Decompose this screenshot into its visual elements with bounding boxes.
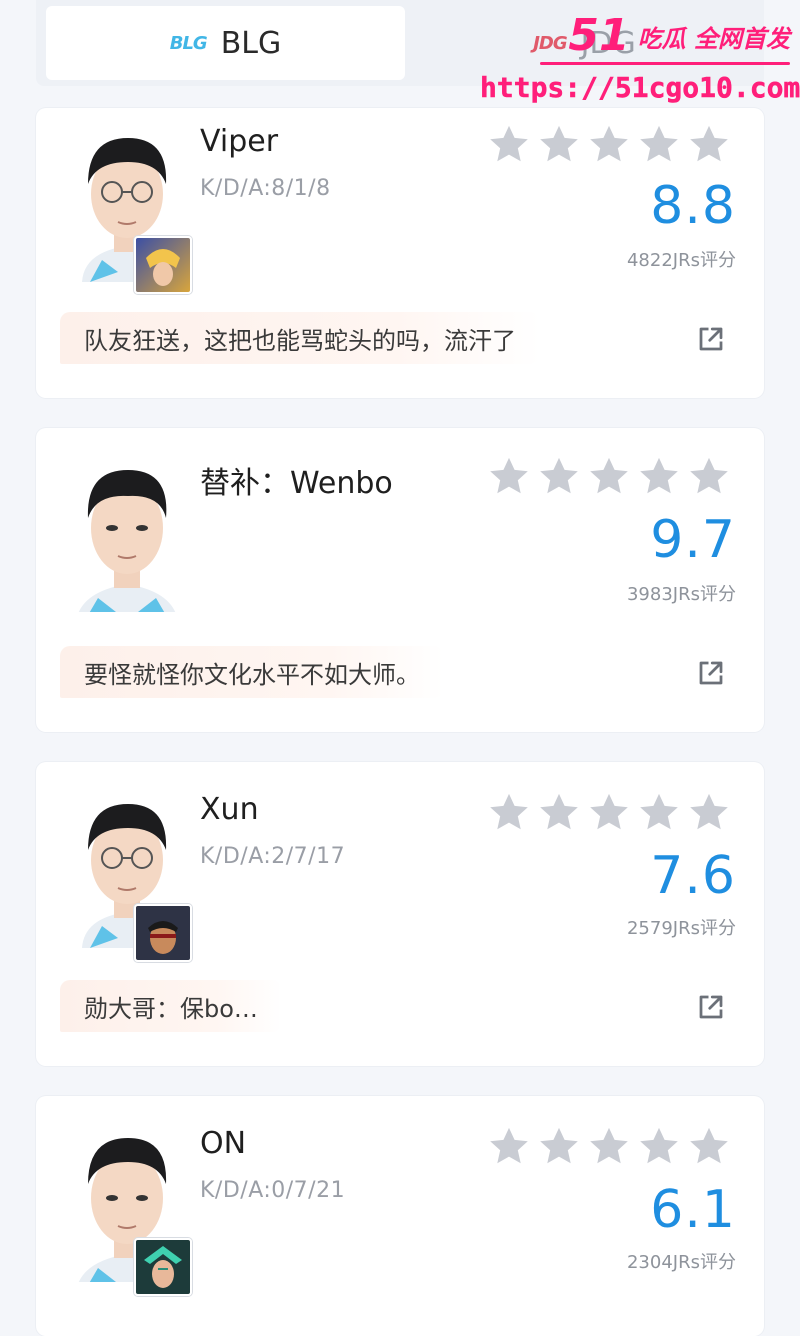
player-name: Viper	[200, 124, 279, 159]
player-name: Xun	[200, 792, 259, 827]
star-icon[interactable]	[586, 122, 632, 168]
blg-logo: BLG	[169, 32, 208, 54]
player-card-on[interactable]: ON K/D/A:0/7/21 6.1 2304JRs评分	[36, 1096, 764, 1336]
team-tabbar: BLG BLG JDG JDG	[36, 0, 764, 86]
top-comment[interactable]: 要怪就怪你文化水平不如大师。	[60, 646, 444, 698]
player-score: 8.8	[650, 176, 736, 236]
tab-label: BLG	[220, 25, 282, 61]
share-icon[interactable]	[696, 992, 726, 1022]
player-score: 7.6	[650, 846, 736, 906]
hero-icon-karma	[134, 1238, 192, 1296]
star-icon[interactable]	[486, 790, 532, 836]
player-kda: K/D/A:2/7/17	[200, 844, 346, 869]
star-icon[interactable]	[636, 790, 682, 836]
star-icon[interactable]	[486, 1124, 532, 1170]
player-kda: K/D/A:0/7/21	[200, 1178, 346, 1203]
player-name: ON	[200, 1126, 247, 1161]
star-icon[interactable]	[536, 454, 582, 500]
tab-jdg[interactable]: JDG JDG	[405, 0, 764, 86]
vote-count: 3983JRs评分	[626, 584, 736, 605]
star-icon[interactable]	[586, 790, 632, 836]
star-icon[interactable]	[586, 1124, 632, 1170]
hero-icon-ezreal	[134, 236, 192, 294]
star-icon[interactable]	[586, 454, 632, 500]
rating-stars[interactable]	[486, 1124, 732, 1170]
star-icon[interactable]	[536, 790, 582, 836]
hero-icon-lee-sin	[134, 904, 192, 962]
player-score: 9.7	[650, 510, 736, 570]
vote-count: 2579JRs评分	[626, 918, 736, 939]
top-comment[interactable]: 勋大哥：保bo…	[60, 980, 282, 1032]
star-icon[interactable]	[536, 1124, 582, 1170]
player-name: 替补：Wenbo	[200, 466, 393, 501]
player-card-xun[interactable]: Xun K/D/A:2/7/17 7.6 2579JRs评分 勋大哥：保bo…	[36, 762, 764, 1066]
player-score: 6.1	[650, 1180, 736, 1240]
tab-label: JDG	[580, 25, 636, 61]
player-kda: K/D/A:8/1/8	[200, 176, 331, 201]
player-card-viper[interactable]: Viper K/D/A:8/1/8 8.8 4822JRs评分 队友狂送，这把也…	[36, 108, 764, 398]
player-card-wenbo[interactable]: 替补：Wenbo 9.7 3983JRs评分 要怪就怪你文化水平不如大师。	[36, 428, 764, 732]
star-icon[interactable]	[636, 122, 682, 168]
star-icon[interactable]	[486, 454, 532, 500]
avatar	[62, 452, 192, 612]
star-icon[interactable]	[486, 122, 532, 168]
rating-stars[interactable]	[486, 454, 732, 500]
vote-count: 2304JRs评分	[626, 1252, 736, 1273]
star-icon[interactable]	[536, 122, 582, 168]
star-icon[interactable]	[686, 122, 732, 168]
star-icon[interactable]	[686, 1124, 732, 1170]
star-icon[interactable]	[636, 1124, 682, 1170]
star-icon[interactable]	[686, 454, 732, 500]
share-icon[interactable]	[696, 324, 726, 354]
star-icon[interactable]	[686, 790, 732, 836]
star-icon[interactable]	[636, 454, 682, 500]
vote-count: 4822JRs评分	[626, 250, 736, 271]
rating-stars[interactable]	[486, 122, 732, 168]
top-comment[interactable]: 队友狂送，这把也能骂蛇头的吗，流汗了	[60, 312, 540, 364]
rating-stars[interactable]	[486, 790, 732, 836]
jdg-logo: JDG	[533, 32, 567, 54]
tab-blg[interactable]: BLG BLG	[46, 6, 405, 80]
share-icon[interactable]	[696, 658, 726, 688]
